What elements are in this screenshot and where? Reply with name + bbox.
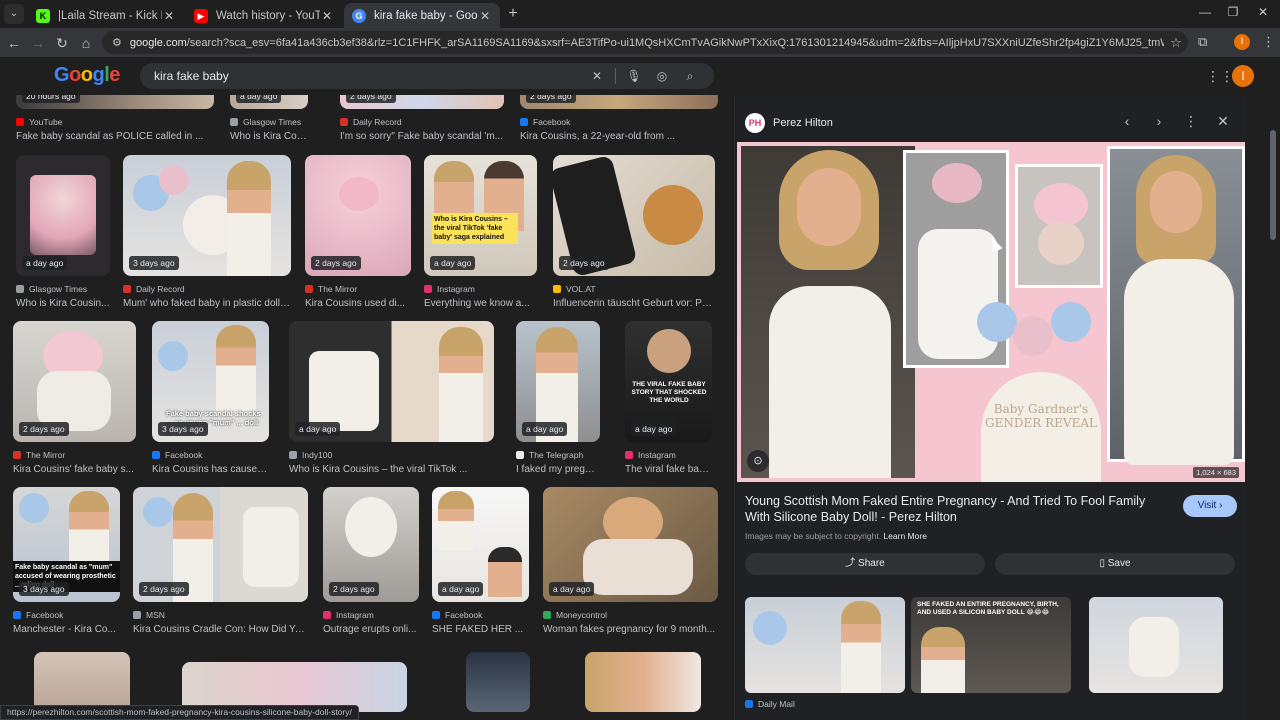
clear-icon[interactable]: ✕	[583, 69, 611, 83]
scrollbar[interactable]	[1270, 130, 1276, 240]
result-card[interactable]: 2 days ago The Mirror Kira Cousins' fake…	[13, 321, 136, 475]
result-card[interactable]: a day ago Glasgow Times Who is Kira Cous…	[16, 155, 110, 309]
image-preview-panel: PH Perez Hilton ‹ › ⋮ ✕ Baby Gardner's G…	[734, 95, 1246, 720]
perez-hilton-logo: PH	[745, 113, 765, 133]
kick-icon: K	[36, 8, 50, 23]
restore-icon[interactable]: ❐	[1218, 5, 1248, 19]
browser-menu-icon[interactable]: ⋮	[1262, 34, 1275, 50]
google-header: Google ✕ 🎙 ◎ ⌕ ⋮⋮⋮ I	[0, 57, 1280, 95]
tab-youtube-history[interactable]: ▶ Watch history - YouTube ✕	[186, 3, 342, 28]
address-url: google.com/search?sca_esv=6fa41a436cb3ef…	[129, 36, 1164, 49]
related-image[interactable]: SHE FAKED AN ENTIRE PREGNANCY, BIRTH, AN…	[911, 597, 1071, 693]
new-tab-button[interactable]: +	[504, 5, 522, 23]
more-options-icon[interactable]: ⋮	[1181, 113, 1201, 130]
related-source[interactable]: Daily Mail	[745, 699, 795, 709]
result-card[interactable]	[585, 652, 701, 712]
result-card[interactable]: 2 days ago MSN Kira Cousins Cradle Con: …	[133, 487, 308, 635]
tab-label: Watch history - YouTube	[216, 9, 320, 22]
preview-image[interactable]: Baby Gardner's GENDER REVEAL ⊙ 1,024 × 6…	[737, 142, 1245, 482]
close-window-icon[interactable]: ✕	[1248, 5, 1278, 19]
result-card[interactable]	[466, 652, 530, 712]
learn-more-link[interactable]: Learn More	[883, 531, 926, 541]
close-icon[interactable]: ✕	[162, 9, 176, 23]
related-image[interactable]	[1089, 597, 1223, 693]
site-info-icon[interactable]: ⚙	[112, 36, 122, 49]
back-icon[interactable]: ←	[4, 33, 24, 53]
image-results-grid: 20 hours ago YouTube Fake baby scandal a…	[0, 95, 730, 720]
result-card[interactable]	[34, 652, 130, 712]
browser-toolbar: ← → ↻ ⌂ ⚙ google.com/search?sca_esv=6fa4…	[0, 28, 1280, 57]
copyright-notice: Images may be subject to copyright. Lear…	[745, 531, 927, 541]
google-icon: G	[352, 8, 366, 23]
result-card[interactable]: THE VIRAL FAKE BABY STORY THAT SHOCKED T…	[625, 321, 712, 475]
next-icon[interactable]: ›	[1149, 113, 1169, 129]
tab-kick-dashboard[interactable]: K |Laila Stream - Kick Dashboard ✕	[28, 3, 184, 28]
result-card[interactable]: a day ago Facebook SHE FAKED HER ...	[432, 487, 529, 635]
reload-icon[interactable]: ↻	[52, 33, 72, 53]
tab-search-icon[interactable]: ⌄	[4, 4, 24, 24]
preview-title[interactable]: Young Scottish Mom Faked Entire Pregnanc…	[745, 493, 1165, 525]
share-button[interactable]: ⤴ Share	[745, 553, 985, 575]
result-card[interactable]: a day ago The Telegraph I faked my pregn…	[516, 321, 600, 475]
youtube-icon: ▶	[194, 8, 208, 23]
result-card[interactable]: 2 days ago VOL.AT Influencerin täuscht G…	[553, 155, 715, 309]
microphone-icon[interactable]: 🎙	[620, 69, 648, 83]
share-icon: ⤴	[845, 558, 856, 569]
profile-avatar[interactable]: I	[1234, 34, 1250, 50]
image-dimensions: 1,024 × 683	[1193, 467, 1239, 478]
close-icon[interactable]: ✕	[320, 9, 334, 23]
lens-icon[interactable]: ◎	[648, 69, 676, 83]
result-card[interactable]: 2 days ago The Mirror Kira Cousins used …	[305, 155, 411, 309]
tab-google-search[interactable]: G kira fake baby - Google Search ✕	[344, 3, 500, 28]
result-card[interactable]: 2 days ago Instagram Outrage erupts onli…	[323, 487, 419, 635]
result-card[interactable]: 3 days ago Daily Record Mum' who faked b…	[123, 155, 291, 309]
tab-label: |Laila Stream - Kick Dashboard	[58, 9, 162, 22]
home-icon[interactable]: ⌂	[76, 33, 96, 53]
status-url: https://perezhilton.com/scottish-mom-fak…	[0, 705, 359, 720]
result-card[interactable]: a day ago Glasgow Times Who is Kira Cous…	[230, 95, 308, 142]
close-icon[interactable]: ✕	[1213, 113, 1233, 130]
minimize-icon[interactable]: —	[1190, 5, 1220, 19]
bookmark-icon: ▯	[1099, 558, 1105, 569]
previous-icon[interactable]: ‹	[1117, 113, 1137, 129]
google-logo[interactable]: Google	[54, 64, 120, 87]
search-icon[interactable]: ⌕	[676, 69, 704, 84]
result-card[interactable]: a day ago Indy100 Who is Kira Cousins – …	[289, 321, 494, 475]
forward-icon[interactable]: →	[28, 33, 48, 53]
result-card[interactable]: 2 days ago Facebook Kira Cousins, a 22-y…	[520, 95, 718, 142]
result-card[interactable]: 2 days ago Daily Record I'm so sorry" Fa…	[340, 95, 504, 142]
result-card[interactable]: 20 hours ago YouTube Fake baby scandal a…	[16, 95, 214, 142]
tab-label: kira fake baby - Google Search	[374, 9, 478, 22]
search-input[interactable]	[154, 69, 583, 83]
address-bar[interactable]: ⚙ google.com/search?sca_esv=6fa41a436cb3…	[102, 31, 1188, 54]
divider	[615, 68, 616, 84]
gender-reveal-sign: Baby Gardner's GENDER REVEAL	[981, 372, 1101, 482]
bookmark-star-icon[interactable]: ☆	[1164, 35, 1188, 51]
tab-strip: ⌄ K |Laila Stream - Kick Dashboard ✕ ▶ W…	[0, 0, 1280, 28]
search-box: ✕ 🎙 ◎ ⌕	[140, 63, 714, 89]
result-card[interactable]: Fake baby scandal shocks ... as young "m…	[152, 321, 269, 475]
panel-source[interactable]: PH Perez Hilton	[745, 113, 833, 133]
visual-search-icon[interactable]: ⊙	[747, 450, 769, 472]
result-card[interactable]: Who is Kira Cousins – the viral TikTok '…	[424, 155, 537, 309]
panel-site-name: Perez Hilton	[773, 117, 833, 129]
result-card[interactable]: Fake baby scandal as "mum" accused of we…	[13, 487, 120, 635]
visit-button[interactable]: Visit ›	[1183, 495, 1237, 517]
extensions-icon[interactable]: ⧉	[1198, 34, 1207, 50]
save-button[interactable]: ▯ Save	[995, 553, 1235, 575]
related-image[interactable]	[745, 597, 905, 693]
account-avatar[interactable]: I	[1232, 65, 1254, 87]
result-card[interactable]: a day ago Moneycontrol Woman fakes pregn…	[543, 487, 718, 635]
close-icon[interactable]: ✕	[478, 9, 492, 23]
